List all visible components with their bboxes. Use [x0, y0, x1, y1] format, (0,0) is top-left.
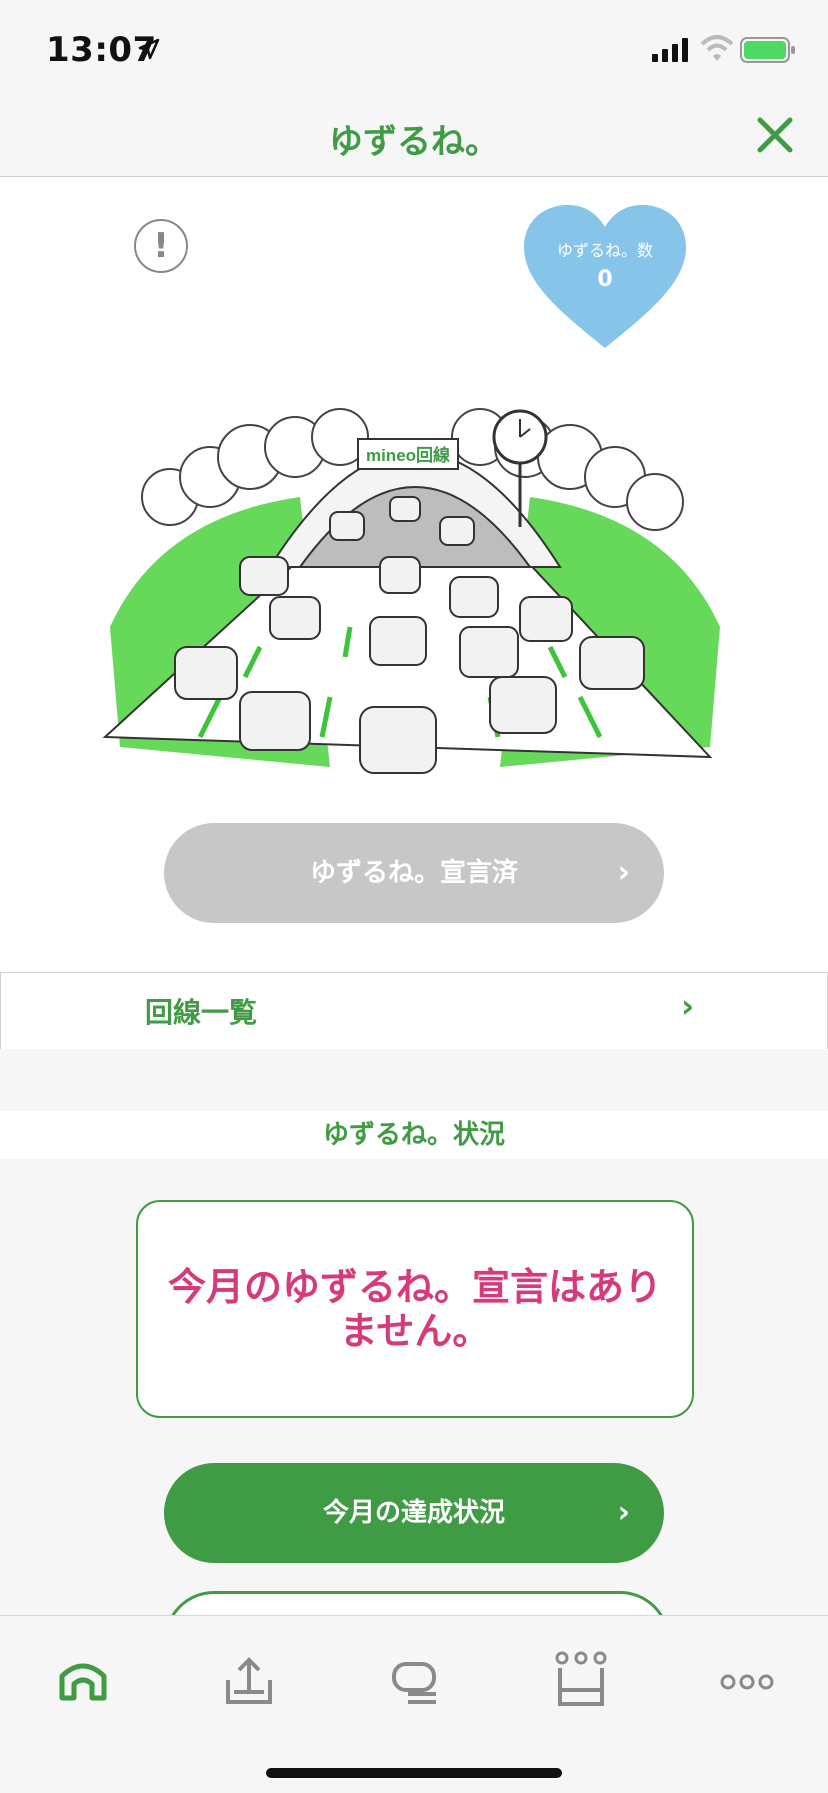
home-indicator [266, 1768, 562, 1778]
tab-bar [0, 1615, 828, 1793]
status-bar: 13:07 [0, 0, 828, 96]
monthly-progress-button[interactable]: 今月の達成状況 › [164, 1463, 664, 1563]
signal-icon [652, 38, 688, 62]
more-icon[interactable] [712, 1646, 782, 1716]
no-declaration-message: 今月のゆずるね。宣言はありません。 [167, 1265, 662, 1353]
next-button-partial[interactable] [164, 1591, 670, 1615]
battery-icon [740, 37, 795, 63]
declare-button-label: ゆずるね。宣言済 [309, 858, 518, 888]
crown-icon[interactable] [546, 1646, 616, 1716]
info-alert-icon[interactable]: ! [134, 219, 188, 273]
page-title: ゆずるね。 [329, 122, 499, 162]
progress-button-label: 今月の達成状況 [322, 1498, 505, 1528]
chevron-right-icon: › [617, 855, 630, 890]
line-list-label: 回線一覧 [145, 996, 258, 1029]
section-divider [0, 1049, 828, 1111]
nav-bar: ゆずるね。 [0, 96, 828, 177]
heart-count-value: 0 [597, 267, 613, 292]
heart-count-label: ゆずるね。数 [556, 241, 653, 260]
tunnel-sign: mineo回線 [366, 445, 450, 465]
no-declaration-card: 今月のゆずるね。宣言はありません。 [136, 1200, 694, 1418]
chevron-right-icon: › [617, 1495, 630, 1530]
chat-icon[interactable] [380, 1646, 450, 1716]
upload-icon[interactable] [214, 1646, 284, 1716]
status-section-heading: ゆずるね。状況 [0, 1111, 828, 1159]
home-icon[interactable] [48, 1646, 118, 1716]
location-arrow-icon [138, 38, 160, 60]
chevron-right-icon: › [681, 987, 695, 1025]
close-icon[interactable] [752, 112, 798, 158]
line-list-row[interactable]: 回線一覧 › [0, 972, 828, 1050]
main-content: ! ゆずるね。数 0 mineo回線 ゆずるね。宣言済 › 回線一覧 › ゆずる… [0, 177, 828, 1615]
wifi-icon [700, 35, 734, 61]
declare-button[interactable]: ゆずるね。宣言済 › [164, 823, 664, 923]
